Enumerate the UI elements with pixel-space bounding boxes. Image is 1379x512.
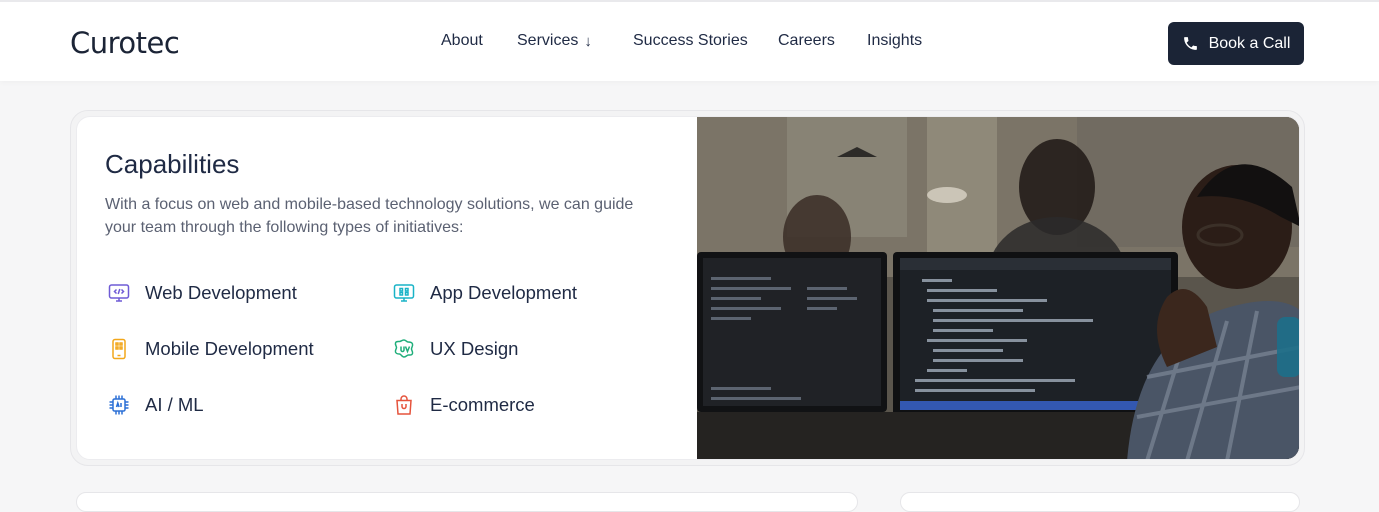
book-a-call-label: Book a Call <box>1208 34 1291 52</box>
nav-services-label: Services <box>517 32 579 49</box>
monitor-code-icon <box>108 284 130 302</box>
mobile-icon <box>112 338 126 360</box>
capability-label: App Development <box>430 282 578 303</box>
nav-insights-label: Insights <box>867 32 923 49</box>
ux-palette-icon <box>394 339 414 358</box>
capability-e-commerce[interactable]: E-commerce <box>392 393 535 417</box>
nav-services[interactable]: Services ↓ <box>517 32 592 50</box>
nav-success-stories-label: Success Stories <box>633 32 748 49</box>
capabilities-description: With a focus on web and mobile-based tec… <box>105 196 634 236</box>
capabilities-card: Capabilities With a focus on web and mob… <box>76 116 1300 460</box>
capability-label: UX Design <box>430 338 519 359</box>
team-photo <box>697 117 1299 459</box>
nav-careers-label: Careers <box>778 32 835 49</box>
capability-web-development[interactable]: Web Development <box>107 281 297 305</box>
nav-insights[interactable]: Insights <box>867 32 922 50</box>
site-header: Curotec About Services ↓ Success Stories… <box>0 0 1379 81</box>
capability-mobile-development[interactable]: Mobile Development <box>107 337 314 361</box>
monitor-grid-icon <box>393 284 415 302</box>
office-scene-illustration <box>697 117 1299 459</box>
capability-label: Web Development <box>145 282 297 303</box>
capability-label: AI / ML <box>145 394 204 415</box>
capabilities-title: Capabilities <box>105 149 240 179</box>
next-section-card <box>76 492 858 512</box>
nav-careers[interactable]: Careers <box>778 32 835 50</box>
arrow-down-icon: ↓ <box>584 32 592 50</box>
capability-label: E-commerce <box>430 394 535 415</box>
shopping-bag-icon <box>396 395 412 415</box>
nav-about[interactable]: About <box>441 32 483 50</box>
ai-chip-icon <box>109 395 129 415</box>
capability-ai-ml[interactable]: AI / ML <box>107 393 204 417</box>
nav-about-label: About <box>441 32 483 49</box>
capability-label: Mobile Development <box>145 338 314 359</box>
capability-ux-design[interactable]: UX Design <box>392 337 518 361</box>
book-a-call-button[interactable]: Book a Call <box>1168 22 1304 65</box>
nav-success-stories[interactable]: Success Stories <box>633 32 748 50</box>
capability-app-development[interactable]: App Development <box>392 281 577 305</box>
phone-icon <box>1183 37 1197 50</box>
next-section-card-secondary <box>900 492 1300 512</box>
